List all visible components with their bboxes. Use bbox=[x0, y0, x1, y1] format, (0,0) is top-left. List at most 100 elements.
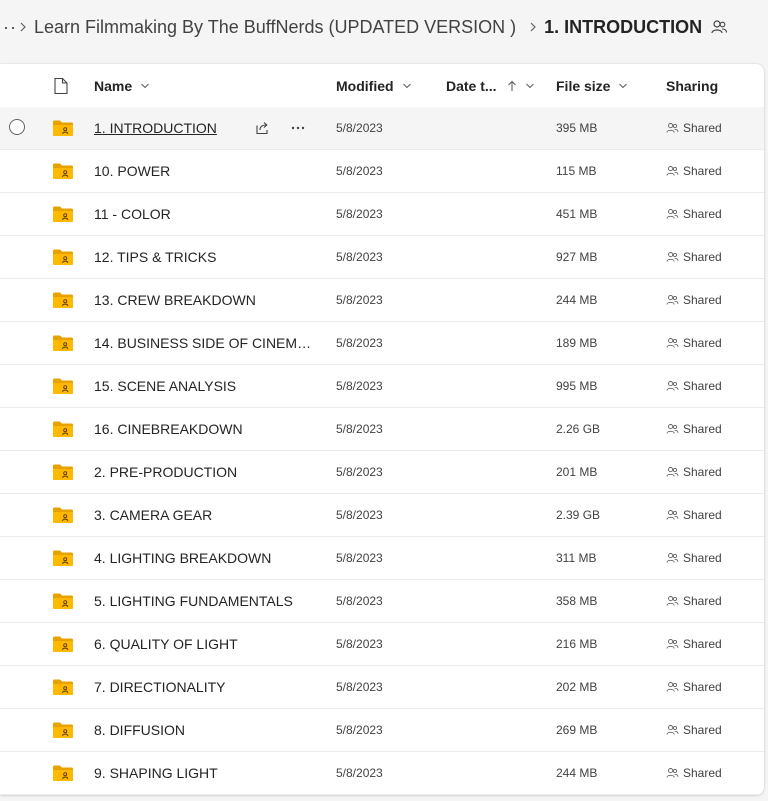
shared-folder-icon bbox=[52, 623, 74, 665]
sharing-label: Shared bbox=[683, 508, 722, 522]
more-actions-icon[interactable] bbox=[286, 116, 310, 140]
sharing-label: Shared bbox=[683, 121, 722, 135]
table-row[interactable]: 4. LIGHTING BREAKDOWN 5/8/2023 311 MB Sh… bbox=[0, 537, 764, 580]
shared-folder-icon bbox=[52, 580, 74, 622]
table-row[interactable]: 5. LIGHTING FUNDAMENTALS 5/8/2023 358 MB… bbox=[0, 580, 764, 623]
column-header-sharing[interactable]: Sharing bbox=[666, 64, 718, 107]
sharing-status[interactable]: Shared bbox=[666, 164, 722, 178]
sharing-status[interactable]: Shared bbox=[666, 293, 722, 307]
breadcrumb-parent-link[interactable]: Learn Filmmaking By The BuffNerds (UPDAT… bbox=[34, 17, 516, 38]
sharing-status[interactable]: Shared bbox=[666, 422, 722, 436]
shared-folder-icon bbox=[52, 107, 74, 149]
people-icon bbox=[666, 682, 679, 692]
file-size: 2.26 GB bbox=[556, 422, 601, 436]
column-header-name[interactable]: Name bbox=[94, 64, 150, 107]
modified-date: 5/8/2023 bbox=[336, 594, 383, 608]
file-size: 451 MB bbox=[556, 207, 598, 221]
file-name-link[interactable]: 14. BUSINESS SIDE OF CINEMATO... bbox=[94, 335, 316, 351]
shared-folder-icon bbox=[52, 451, 74, 493]
file-name-link[interactable]: 8. DIFFUSION bbox=[94, 722, 185, 738]
sharing-status[interactable]: Shared bbox=[666, 637, 722, 651]
people-icon bbox=[666, 381, 679, 391]
file-size: 201 MB bbox=[556, 465, 598, 479]
sharing-status[interactable]: Shared bbox=[666, 551, 722, 565]
people-icon bbox=[666, 166, 679, 176]
file-size: 269 MB bbox=[556, 723, 598, 737]
table-row[interactable]: 8. DIFFUSION 5/8/2023 269 MB Shared bbox=[0, 709, 764, 752]
file-name-link[interactable]: 6. QUALITY OF LIGHT bbox=[94, 636, 238, 652]
table-row[interactable]: 6. QUALITY OF LIGHT 5/8/2023 216 MB Shar… bbox=[0, 623, 764, 666]
shared-folder-icon bbox=[52, 322, 74, 364]
file-name-link[interactable]: 13. CREW BREAKDOWN bbox=[94, 292, 256, 308]
shared-folder-icon bbox=[52, 279, 74, 321]
file-name-link[interactable]: 4. LIGHTING BREAKDOWN bbox=[94, 550, 271, 566]
breadcrumb-more-button[interactable]: ··· bbox=[0, 17, 16, 38]
file-name-link[interactable]: 10. POWER bbox=[94, 163, 170, 179]
sharing-status[interactable]: Shared bbox=[666, 723, 722, 737]
sharing-status[interactable]: Shared bbox=[666, 336, 722, 350]
table-row[interactable]: 15. SCENE ANALYSIS 5/8/2023 995 MB Share… bbox=[0, 365, 764, 408]
file-name-link[interactable]: 11 - COLOR bbox=[94, 206, 171, 222]
people-icon[interactable] bbox=[710, 18, 728, 36]
table-row[interactable]: 1. INTRODUCTION 5/8/2023 395 MB Shared bbox=[0, 107, 764, 150]
modified-date: 5/8/2023 bbox=[336, 379, 383, 393]
table-row[interactable]: 7. DIRECTIONALITY 5/8/2023 202 MB Shared bbox=[0, 666, 764, 709]
modified-date: 5/8/2023 bbox=[336, 336, 383, 350]
people-icon bbox=[666, 639, 679, 649]
modified-date: 5/8/2023 bbox=[336, 121, 383, 135]
sharing-status[interactable]: Shared bbox=[666, 121, 722, 135]
table-row[interactable]: 9. SHAPING LIGHT 5/8/2023 244 MB Shared bbox=[0, 752, 764, 795]
sharing-status[interactable]: Shared bbox=[666, 508, 722, 522]
sharing-status[interactable]: Shared bbox=[666, 207, 722, 221]
sharing-status[interactable]: Shared bbox=[666, 594, 722, 608]
people-icon bbox=[666, 467, 679, 477]
sharing-status[interactable]: Shared bbox=[666, 379, 722, 393]
modified-date: 5/8/2023 bbox=[336, 164, 383, 178]
sharing-label: Shared bbox=[683, 207, 722, 221]
file-name-link[interactable]: 15. SCENE ANALYSIS bbox=[94, 378, 236, 394]
file-list: Name Modified Date t... File size Sharin… bbox=[0, 64, 764, 795]
sharing-status[interactable]: Shared bbox=[666, 250, 722, 264]
sharing-status[interactable]: Shared bbox=[666, 680, 722, 694]
sharing-label: Shared bbox=[683, 250, 722, 264]
file-name-link[interactable]: 3. CAMERA GEAR bbox=[94, 507, 212, 523]
column-header-row: Name Modified Date t... File size Sharin… bbox=[0, 64, 764, 108]
column-header-modified[interactable]: Modified bbox=[336, 64, 412, 107]
file-name-link[interactable]: 7. DIRECTIONALITY bbox=[94, 679, 225, 695]
shared-folder-icon bbox=[52, 408, 74, 450]
row-select-radio[interactable] bbox=[9, 119, 25, 135]
sharing-status[interactable]: Shared bbox=[666, 465, 722, 479]
share-icon[interactable] bbox=[250, 116, 274, 140]
table-row[interactable]: 2. PRE-PRODUCTION 5/8/2023 201 MB Shared bbox=[0, 451, 764, 494]
sharing-status[interactable]: Shared bbox=[666, 766, 722, 780]
file-type-icon[interactable] bbox=[53, 64, 69, 107]
file-name-link[interactable]: 1. INTRODUCTION bbox=[94, 120, 217, 136]
modified-date: 5/8/2023 bbox=[336, 207, 383, 221]
table-row[interactable]: 11 - COLOR 5/8/2023 451 MB Shared bbox=[0, 193, 764, 236]
sharing-label: Shared bbox=[683, 766, 722, 780]
column-header-date[interactable]: Date t... bbox=[446, 64, 535, 107]
table-row[interactable]: 14. BUSINESS SIDE OF CINEMATO... 5/8/202… bbox=[0, 322, 764, 365]
modified-date: 5/8/2023 bbox=[336, 250, 383, 264]
file-name-link[interactable]: 5. LIGHTING FUNDAMENTALS bbox=[94, 593, 293, 609]
modified-date: 5/8/2023 bbox=[336, 293, 383, 307]
file-name-link[interactable]: 9. SHAPING LIGHT bbox=[94, 765, 218, 781]
arrow-up-icon bbox=[507, 80, 517, 92]
column-header-file-size[interactable]: File size bbox=[556, 64, 628, 107]
chevron-down-icon bbox=[140, 81, 150, 91]
people-icon bbox=[666, 252, 679, 262]
table-row[interactable]: 13. CREW BREAKDOWN 5/8/2023 244 MB Share… bbox=[0, 279, 764, 322]
modified-date: 5/8/2023 bbox=[336, 637, 383, 651]
file-name-link[interactable]: 2. PRE-PRODUCTION bbox=[94, 464, 237, 480]
chevron-right-icon bbox=[12, 17, 34, 37]
table-row[interactable]: 16. CINEBREAKDOWN 5/8/2023 2.26 GB Share… bbox=[0, 408, 764, 451]
sharing-label: Shared bbox=[683, 293, 722, 307]
table-row[interactable]: 10. POWER 5/8/2023 115 MB Shared bbox=[0, 150, 764, 193]
shared-folder-icon bbox=[52, 236, 74, 278]
table-row[interactable]: 12. TIPS & TRICKS 5/8/2023 927 MB Shared bbox=[0, 236, 764, 279]
file-name-link[interactable]: 12. TIPS & TRICKS bbox=[94, 249, 216, 265]
file-name-link[interactable]: 16. CINEBREAKDOWN bbox=[94, 421, 243, 437]
people-icon bbox=[666, 510, 679, 520]
file-size: 358 MB bbox=[556, 594, 598, 608]
table-row[interactable]: 3. CAMERA GEAR 5/8/2023 2.39 GB Shared bbox=[0, 494, 764, 537]
